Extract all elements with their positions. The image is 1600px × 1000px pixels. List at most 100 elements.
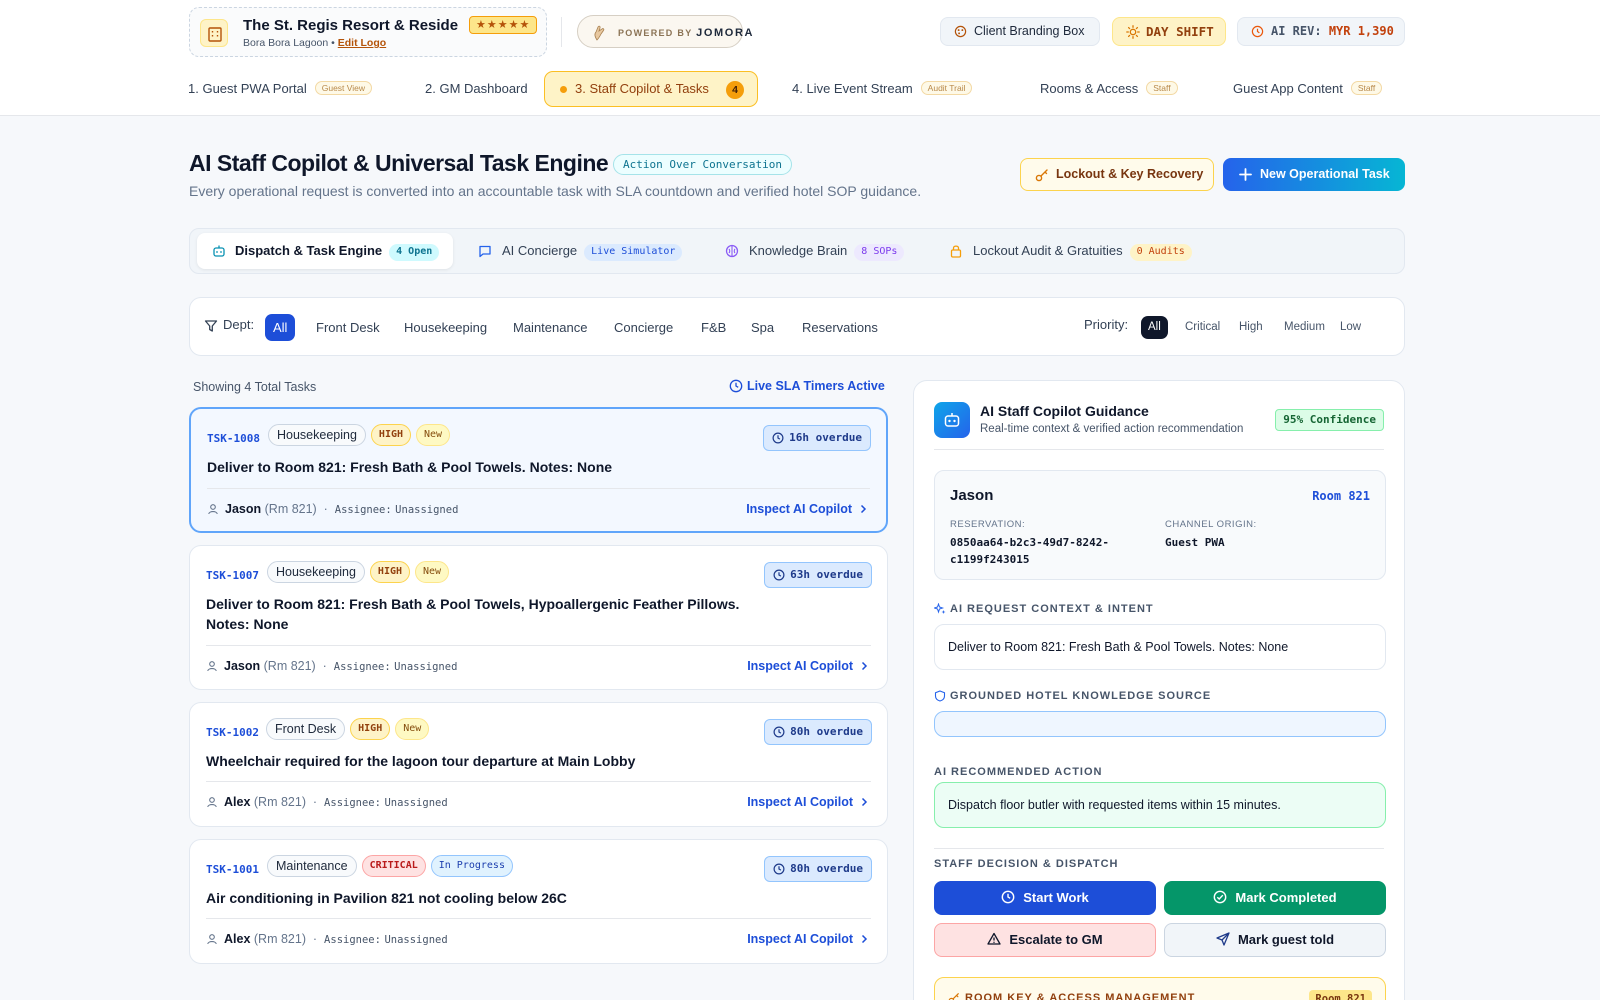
nav-gm-dashboard[interactable]: 2. GM Dashboard (425, 74, 528, 104)
task-id: TSK-1002 (206, 726, 259, 739)
priority-filter-high[interactable]: High (1232, 316, 1270, 339)
priority-filter-critical[interactable]: Critical (1178, 316, 1227, 339)
edit-logo-link[interactable]: Edit Logo (338, 37, 386, 49)
status-badge: New (415, 561, 450, 583)
assignee-value: Unassigned (384, 934, 448, 946)
context-heading: AI REQUEST CONTEXT & INTENT (934, 603, 1154, 615)
user-icon (208, 504, 218, 515)
dept-filter-fnb[interactable]: F&B (693, 314, 734, 341)
status-badge: In Progress (430, 855, 513, 877)
assignee-label: Assignee: (333, 661, 391, 673)
task-guest-line: Alex (Rm 821) · Assignee: Unassigned (206, 795, 448, 809)
assignee-value: Unassigned (395, 504, 459, 516)
robot-icon (944, 413, 960, 427)
nav-guest-pwa[interactable]: 1. Guest PWA Portal Guest View (188, 74, 373, 104)
client-branding-button[interactable]: Client Branding Box (940, 17, 1100, 46)
tab-ai-concierge[interactable]: AI Concierge Live Simulator (478, 233, 683, 269)
filter-bar: Dept: All Front Desk Housekeeping Mainte… (189, 297, 1405, 356)
priority-label: Priority: (1084, 317, 1129, 332)
active-dot (560, 86, 567, 93)
inspect-ai-copilot-link[interactable]: Inspect AI Copilot (747, 795, 869, 809)
mark-completed-label: Mark Completed (1235, 890, 1337, 905)
priority-filter-all[interactable]: All (1141, 316, 1168, 339)
clock-icon (773, 569, 785, 581)
key-heading: ROOM KEY & ACCESS MANAGEMENT (965, 992, 1196, 1000)
channel-value: Guest PWA (1165, 536, 1225, 549)
task-chips: Housekeeping HIGH New (267, 561, 454, 583)
department-badge: Housekeeping (268, 424, 366, 446)
nav-staff-copilot[interactable]: 3. Staff Copilot & Tasks 4 (544, 71, 758, 107)
task-guest-line: Jason (Rm 821) · Assignee: Unassigned (207, 502, 458, 516)
tab-lockout-audit[interactable]: Lockout Audit & Gratuities 0 Audits (949, 233, 1192, 269)
powered-by-brand: JOMORA (696, 27, 755, 39)
dept-filter-spa[interactable]: Spa (743, 314, 782, 341)
new-operational-task-button[interactable]: New Operational Task (1223, 158, 1405, 191)
warning-icon (987, 932, 1002, 945)
dept-filter-front-desk[interactable]: Front Desk (308, 314, 388, 341)
dept-label: Dept: (223, 317, 255, 332)
client-branding-box[interactable]: The St. Regis Resort & Residen... ★★★★★ … (189, 7, 547, 57)
hotel-location-text: Bora Bora Lagoon (243, 37, 329, 49)
chevron-right-icon (861, 934, 868, 944)
divider (934, 449, 1384, 450)
task-id: TSK-1001 (206, 863, 259, 876)
context-heading-text: AI REQUEST CONTEXT & INTENT (950, 603, 1154, 615)
tab-label: Knowledge Brain (749, 243, 848, 258)
task-chips: Maintenance CRITICAL In Progress (267, 855, 518, 877)
inspect-label: Inspect AI Copilot (747, 795, 853, 809)
clock-icon (1251, 25, 1264, 38)
shift-toggle[interactable]: DAY SHIFT (1112, 17, 1226, 46)
sla-overdue-badge: 80h overdue (764, 856, 872, 882)
start-work-button[interactable]: Start Work (934, 881, 1156, 915)
priority-filter-low[interactable]: Low (1333, 316, 1368, 339)
nav-label: 3. Staff Copilot & Tasks (575, 81, 709, 96)
task-card[interactable]: TSK-1008 Housekeeping HIGH New 16h overdue… (189, 407, 888, 533)
lockout-key-recovery-button[interactable]: Lockout & Key Recovery (1020, 158, 1214, 191)
knowledge-heading: GROUNDED HOTEL KNOWLEDGE SOURCE (934, 690, 1211, 702)
escalate-to-gm-button[interactable]: Escalate to GM (934, 923, 1156, 957)
department-badge: Front Desk (266, 718, 346, 740)
confidence-badge: 95% Confidence (1275, 409, 1384, 431)
palette-icon (954, 25, 967, 38)
dept-filter-concierge[interactable]: Concierge (606, 314, 681, 341)
task-chips: Housekeeping HIGH New (268, 424, 455, 446)
inspect-label: Inspect AI Copilot (747, 932, 853, 946)
separator: • (331, 37, 335, 49)
tab-dispatch-task-engine[interactable]: Dispatch & Task Engine 4 Open (197, 233, 453, 269)
nav-rooms-access[interactable]: Rooms & Access Staff (1040, 74, 1178, 104)
hand-icon (594, 25, 605, 41)
guest-room: (Rm 821) (263, 659, 316, 673)
inspect-ai-copilot-link[interactable]: Inspect AI Copilot (746, 502, 868, 516)
nav-tag: Audit Trail (920, 81, 973, 95)
priority-badge: HIGH (350, 718, 391, 740)
nav-live-event-stream[interactable]: 4. Live Event Stream Audit Trail (792, 74, 973, 104)
guest-name: Jason (950, 487, 994, 504)
mark-completed-button[interactable]: Mark Completed (1164, 881, 1386, 915)
plus-icon (1239, 168, 1252, 181)
channel-label: CHANNEL ORIGIN: (1165, 519, 1257, 530)
lockout-label: Lockout & Key Recovery (1056, 167, 1204, 181)
hotel-logo (200, 19, 228, 47)
tab-knowledge-brain[interactable]: Knowledge Brain 8 SOPs (725, 233, 905, 269)
priority-filter-medium[interactable]: Medium (1277, 316, 1332, 339)
task-card[interactable]: TSK-1001 Maintenance CRITICAL In Progress … (189, 839, 888, 964)
brain-icon (725, 244, 739, 258)
dept-filter-reservations[interactable]: Reservations (794, 314, 886, 341)
task-card[interactable]: TSK-1007 Housekeeping HIGH New 63h overdue… (189, 545, 888, 690)
task-card[interactable]: TSK-1002 Front Desk HIGH New 80h overdue W… (189, 702, 888, 827)
new-task-label: New Operational Task (1260, 167, 1390, 181)
tab-badge: 0 Audits (1129, 244, 1192, 261)
priority-badge: CRITICAL (361, 855, 426, 877)
dept-filter-housekeeping[interactable]: Housekeeping (396, 314, 495, 341)
inspect-ai-copilot-link[interactable]: Inspect AI Copilot (747, 932, 869, 946)
task-id: TSK-1007 (206, 569, 259, 582)
key-icon (948, 993, 959, 1000)
task-id: TSK-1008 (207, 432, 260, 445)
key-icon (1035, 169, 1048, 182)
dept-filter-all[interactable]: All (265, 314, 296, 341)
mark-guest-told-button[interactable]: Mark guest told (1164, 923, 1386, 957)
inspect-ai-copilot-link[interactable]: Inspect AI Copilot (747, 659, 869, 673)
dept-filter-maintenance[interactable]: Maintenance (505, 314, 595, 341)
nav-guest-app-content[interactable]: Guest App Content Staff (1233, 74, 1383, 104)
overdue-text: 16h overdue (789, 431, 862, 444)
